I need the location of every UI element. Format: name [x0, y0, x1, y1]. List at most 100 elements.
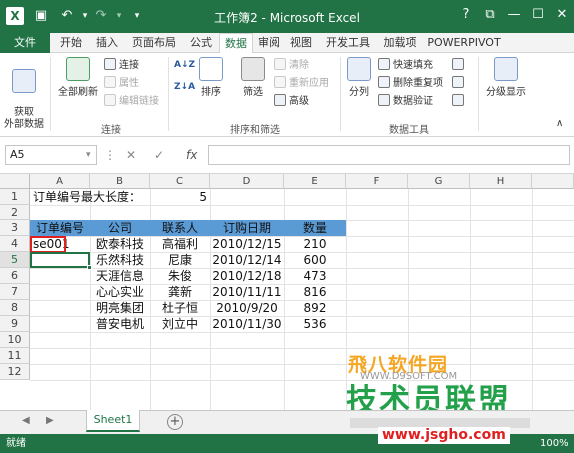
cell-b6[interactable]: 天涯信息	[90, 268, 150, 284]
clear-filter-button[interactable]: 清除	[274, 57, 309, 74]
column-header-e[interactable]: E	[284, 174, 346, 189]
row-header-10[interactable]: 10	[0, 332, 30, 348]
advanced-filter-button[interactable]: 高级	[274, 93, 309, 110]
column-header-g[interactable]: G	[408, 174, 470, 189]
fill-handle[interactable]	[87, 265, 92, 270]
remove-duplicates-button[interactable]: 删除重复项	[378, 75, 443, 92]
flash-fill-button[interactable]: 快速填充	[378, 57, 433, 74]
cell-d5[interactable]: 2010/12/14	[210, 252, 284, 268]
properties-button[interactable]: 属性	[104, 75, 139, 92]
column-header-f[interactable]: F	[346, 174, 408, 189]
add-sheet-button[interactable]: +	[167, 414, 183, 430]
filter-button[interactable]: 筛选	[236, 57, 270, 98]
sort-descending-icon[interactable]: Z↓A	[174, 79, 195, 96]
connections-button[interactable]: 连接	[104, 57, 139, 74]
tab-developer[interactable]: 开发工具	[320, 33, 376, 53]
tab-formulas[interactable]: 公式	[184, 33, 218, 53]
row-header-1[interactable]: 1	[0, 189, 30, 205]
row-header-4[interactable]: 4	[0, 236, 30, 252]
cell-e8[interactable]: 892	[284, 300, 346, 316]
tab-addins[interactable]: 加载项	[378, 33, 422, 53]
cell-b5[interactable]: 乐然科技	[90, 252, 150, 268]
cell-d7[interactable]: 2010/11/11	[210, 284, 284, 300]
cell-d6[interactable]: 2010/12/18	[210, 268, 284, 284]
cell-b8[interactable]: 明亮集团	[90, 300, 150, 316]
cell-c5[interactable]: 尼康	[150, 252, 210, 268]
relationships-button[interactable]	[452, 93, 467, 110]
name-box-dropdown-icon[interactable]: ▾	[86, 145, 91, 165]
spreadsheet-grid[interactable]: A B C D E F G H 1 2 3 4 5 6 7 8 9 10 11 …	[0, 174, 574, 410]
sort-button[interactable]: 排序	[196, 57, 226, 98]
reapply-button[interactable]: 重新应用	[274, 75, 329, 92]
cell-a1[interactable]: 订单编号最大长度：	[33, 189, 141, 205]
sort-ascending-button[interactable]: A↓Z	[174, 57, 195, 74]
help-button[interactable]: ?	[454, 4, 478, 26]
row-header-11[interactable]: 11	[0, 348, 30, 364]
prev-sheet-icon[interactable]: ◀	[22, 415, 30, 426]
collapse-ribbon-icon[interactable]: ∧	[556, 115, 563, 132]
next-sheet-icon[interactable]: ▶	[46, 415, 54, 426]
close-button[interactable]: ✕	[550, 4, 574, 26]
tab-view[interactable]: 视图	[286, 33, 316, 53]
tab-powerpivot[interactable]: POWERPIVOT	[424, 33, 504, 53]
cell-e7[interactable]: 816	[284, 284, 346, 300]
what-if-analysis-button[interactable]	[452, 75, 467, 92]
cell-d9[interactable]: 2010/11/30	[210, 316, 284, 332]
column-header-i[interactable]	[532, 174, 574, 189]
cell-e4[interactable]: 210	[284, 236, 346, 252]
name-box[interactable]: A5	[5, 145, 97, 165]
row-header-6[interactable]: 6	[0, 268, 30, 284]
tab-home[interactable]: 开始	[54, 33, 88, 53]
insert-function-button[interactable]: fx	[186, 145, 197, 165]
header-order-date[interactable]: 订购日期	[210, 220, 284, 236]
tab-insert[interactable]: 插入	[90, 33, 124, 53]
header-contact[interactable]: 联系人	[150, 220, 210, 236]
header-company[interactable]: 公司	[90, 220, 150, 236]
ribbon-display-button[interactable]: ⧉	[478, 4, 502, 26]
cell-e9[interactable]: 536	[284, 316, 346, 332]
cell-b7[interactable]: 心心实业	[90, 284, 150, 300]
row-header-5[interactable]: 5	[0, 252, 30, 268]
column-header-a[interactable]: A	[30, 174, 90, 189]
tab-file[interactable]: 文件	[0, 33, 50, 53]
get-external-data-button[interactable]: 获取 外部数据	[4, 57, 44, 131]
cell-c6[interactable]: 朱俊	[150, 268, 210, 284]
row-header-9[interactable]: 9	[0, 316, 30, 332]
cell-c9[interactable]: 刘立中	[150, 316, 210, 332]
data-validation-button[interactable]: 数据验证	[378, 93, 433, 110]
tab-page-layout[interactable]: 页面布局	[126, 33, 182, 53]
cell-c8[interactable]: 杜子恒	[150, 300, 210, 316]
column-header-d[interactable]: D	[210, 174, 284, 189]
refresh-all-button[interactable]: 全部刷新	[56, 57, 100, 98]
formula-input[interactable]	[208, 145, 570, 165]
enter-entry-button[interactable]: ✓	[154, 145, 164, 165]
text-to-columns-button[interactable]: 分列	[344, 57, 374, 98]
sheet-tab-sheet1[interactable]: Sheet1	[86, 410, 140, 432]
row-header-12[interactable]: 12	[0, 364, 30, 380]
row-header-7[interactable]: 7	[0, 284, 30, 300]
cell-c7[interactable]: 龚新	[150, 284, 210, 300]
active-cell-selection[interactable]	[30, 252, 90, 268]
maximize-button[interactable]: ☐	[526, 4, 550, 26]
row-header-8[interactable]: 8	[0, 300, 30, 316]
consolidate-button[interactable]	[452, 57, 467, 74]
column-header-c[interactable]: C	[150, 174, 210, 189]
minimize-button[interactable]: —	[502, 4, 526, 26]
tab-data[interactable]: 数据	[219, 33, 253, 54]
cell-b9[interactable]: 普安电机	[90, 316, 150, 332]
column-header-h[interactable]: H	[470, 174, 532, 189]
outline-button[interactable]: 分级显示	[482, 57, 530, 98]
cell-e5[interactable]: 600	[284, 252, 346, 268]
cell-e6[interactable]: 473	[284, 268, 346, 284]
cell-c1[interactable]: 5	[150, 189, 207, 205]
edit-links-button[interactable]: 编辑链接	[104, 93, 159, 110]
row-header-3[interactable]: 3	[0, 220, 30, 236]
header-order-id[interactable]: 订单编号	[30, 220, 90, 236]
cell-b4[interactable]: 欧泰科技	[90, 236, 150, 252]
select-all-corner[interactable]	[0, 174, 30, 189]
cell-d4[interactable]: 2010/12/15	[210, 236, 284, 252]
cell-c4[interactable]: 高福利	[150, 236, 210, 252]
row-header-2[interactable]: 2	[0, 205, 30, 220]
cell-d8[interactable]: 2010/9/20	[210, 300, 284, 316]
header-quantity[interactable]: 数量	[284, 220, 346, 236]
